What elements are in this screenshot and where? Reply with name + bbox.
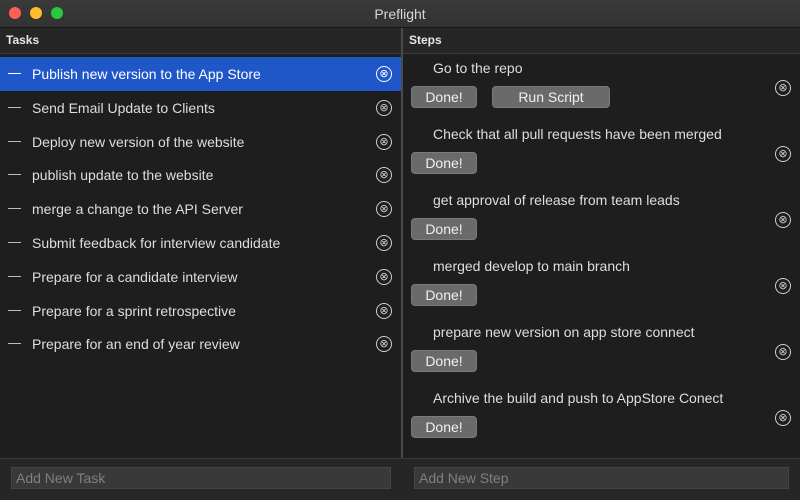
drag-handle-icon bbox=[8, 140, 21, 142]
done-button[interactable]: Done! bbox=[411, 152, 477, 174]
add-task-input[interactable] bbox=[11, 467, 391, 489]
step-label: Archive the build and push to AppStore C… bbox=[433, 390, 724, 406]
delete-task-icon[interactable]: ⊗ bbox=[376, 201, 392, 218]
task-label: Send Email Update to Clients bbox=[32, 99, 215, 116]
done-button[interactable]: Done! bbox=[411, 86, 477, 108]
drag-handle-icon bbox=[8, 241, 21, 243]
step-item: get approval of release from team leads … bbox=[403, 186, 800, 252]
drag-handle-icon bbox=[8, 174, 21, 176]
task-row[interactable]: merge a change to the API Server ⊗ bbox=[0, 192, 401, 226]
task-row[interactable]: Prepare for a candidate interview ⊗ bbox=[0, 260, 401, 294]
window-title: Preflight bbox=[374, 6, 426, 22]
delete-step-icon[interactable]: ⊗ bbox=[775, 278, 791, 294]
tasks-list: Publish new version to the App Store ⊗ S… bbox=[0, 57, 401, 361]
task-label: Prepare for an end of year review bbox=[32, 336, 240, 353]
drag-handle-icon bbox=[8, 309, 21, 311]
task-label: Prepare for a sprint retrospective bbox=[32, 302, 236, 319]
delete-step-icon[interactable]: ⊗ bbox=[775, 410, 791, 426]
drag-handle-icon bbox=[8, 343, 21, 345]
step-item: prepare new version on app store connect… bbox=[403, 318, 800, 384]
step-item: merged develop to main branch Done! ⊗ bbox=[403, 252, 800, 318]
step-label: Check that all pull requests have been m… bbox=[433, 126, 722, 142]
delete-task-icon[interactable]: ⊗ bbox=[376, 302, 392, 319]
done-button[interactable]: Done! bbox=[411, 416, 477, 438]
step-item: Check that all pull requests have been m… bbox=[403, 120, 800, 186]
drag-handle-icon bbox=[8, 208, 21, 210]
step-label: merged develop to main branch bbox=[433, 258, 630, 274]
task-label: merge a change to the API Server bbox=[32, 201, 243, 218]
task-row[interactable]: Submit feedback for interview candidate … bbox=[0, 226, 401, 260]
delete-task-icon[interactable]: ⊗ bbox=[376, 167, 392, 184]
done-button[interactable]: Done! bbox=[411, 350, 477, 372]
delete-task-icon[interactable]: ⊗ bbox=[376, 133, 392, 150]
delete-task-icon[interactable]: ⊗ bbox=[376, 99, 392, 116]
delete-task-icon[interactable]: ⊗ bbox=[376, 336, 392, 353]
task-row[interactable]: Prepare for a sprint retrospective ⊗ bbox=[0, 294, 401, 328]
task-label: Deploy new version of the website bbox=[32, 133, 245, 150]
step-label: get approval of release from team leads bbox=[433, 192, 680, 208]
drag-handle-icon bbox=[8, 106, 21, 108]
task-label: Submit feedback for interview candidate bbox=[32, 234, 281, 251]
delete-step-icon[interactable]: ⊗ bbox=[775, 146, 791, 162]
delete-step-icon[interactable]: ⊗ bbox=[775, 344, 791, 360]
title-bar: Preflight bbox=[0, 0, 800, 28]
task-label: Prepare for a candidate interview bbox=[32, 268, 238, 285]
delete-step-icon[interactable]: ⊗ bbox=[775, 80, 791, 96]
step-item: Archive the build and push to AppStore C… bbox=[403, 384, 800, 450]
task-label: publish update to the website bbox=[32, 167, 214, 184]
run-script-button[interactable]: Run Script bbox=[492, 86, 610, 108]
task-row[interactable]: Send Email Update to Clients ⊗ bbox=[0, 91, 401, 125]
task-row[interactable]: Publish new version to the App Store ⊗ bbox=[0, 57, 401, 91]
delete-step-icon[interactable]: ⊗ bbox=[775, 212, 791, 228]
delete-task-icon[interactable]: ⊗ bbox=[376, 234, 392, 251]
task-row[interactable]: publish update to the website ⊗ bbox=[0, 158, 401, 192]
steps-header: Steps bbox=[403, 28, 800, 54]
done-button[interactable]: Done! bbox=[411, 218, 477, 240]
delete-task-icon[interactable]: ⊗ bbox=[376, 268, 392, 285]
step-item: Go to the repo Done! Run Script ⊗ bbox=[403, 54, 800, 120]
steps-list: Go to the repo Done! Run Script ⊗ Check … bbox=[403, 54, 800, 450]
task-row[interactable]: Prepare for an end of year review ⊗ bbox=[0, 327, 401, 361]
drag-handle-icon bbox=[8, 73, 21, 74]
tasks-header: Tasks bbox=[0, 28, 401, 54]
drag-handle-icon bbox=[8, 275, 21, 277]
add-step-input[interactable] bbox=[414, 467, 789, 489]
delete-task-icon[interactable]: ⊗ bbox=[376, 66, 392, 82]
task-label: Publish new version to the App Store bbox=[32, 66, 261, 82]
done-button[interactable]: Done! bbox=[411, 284, 477, 306]
step-label: Go to the repo bbox=[433, 60, 523, 76]
task-row[interactable]: Deploy new version of the website ⊗ bbox=[0, 125, 401, 159]
step-label: prepare new version on app store connect bbox=[433, 324, 695, 340]
